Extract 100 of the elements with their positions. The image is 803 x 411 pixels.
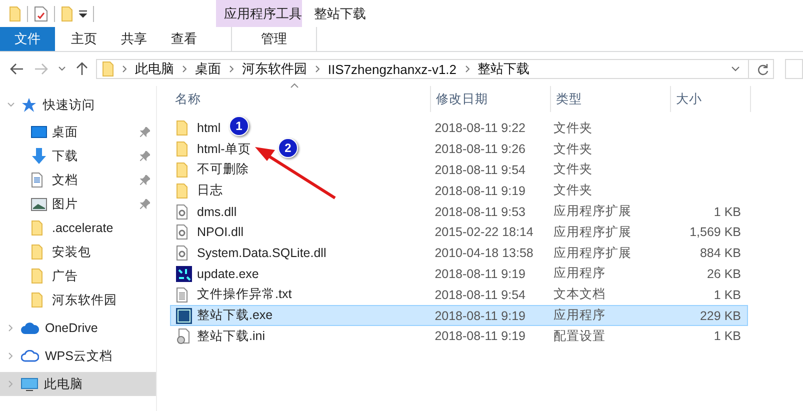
breadcrumb[interactable]: 河东软件园 — [242, 60, 307, 78]
pin-icon[interactable] — [140, 151, 150, 161]
file-type: 应用程序 — [554, 307, 606, 324]
nav-label: 广告 — [52, 268, 79, 284]
file-name: 整站下载.ini — [197, 328, 265, 345]
gear-file-icon — [176, 204, 188, 220]
folder-icon — [102, 61, 114, 77]
refresh-icon[interactable] — [756, 62, 769, 76]
breadcrumb[interactable]: IIS7zhengzhanxz-v1.2 — [328, 62, 457, 76]
file-size: 26 KB — [706, 266, 741, 281]
ribbon-tab[interactable]: 共享 — [109, 27, 159, 51]
nav-label: WPS云文档 — [45, 348, 112, 364]
file-row[interactable]: html 1 2018-08-11 9:22 文件夹 — [170, 118, 748, 139]
modified-date: 2018-08-11 9:26 — [434, 142, 526, 156]
gear-file-icon — [176, 245, 188, 262]
nav-item[interactable]: OneDrive — [0, 316, 156, 340]
up-arrow-icon[interactable] — [76, 62, 88, 76]
file-name: NPOI.dll — [197, 225, 244, 240]
column-header[interactable]: 名称 — [170, 86, 431, 112]
back-arrow-icon[interactable] — [10, 63, 24, 75]
folder-icon — [176, 120, 188, 136]
file-type: 应用程序 — [554, 265, 606, 282]
text-file-icon — [176, 286, 188, 303]
folder-icon — [31, 292, 43, 308]
column-header[interactable]: 类型 — [551, 86, 671, 112]
forward-arrow-icon[interactable] — [34, 63, 48, 75]
file-size: 1,569 KB — [690, 225, 741, 240]
properties-icon[interactable] — [34, 6, 48, 22]
chevron-right-icon[interactable] — [7, 352, 15, 360]
star-icon — [21, 97, 37, 113]
file-name: dms.dll — [197, 204, 237, 219]
ribbon-tab[interactable]: 查看 — [159, 27, 209, 51]
settings-file-icon — [176, 328, 190, 344]
download-arrow-icon — [31, 148, 47, 164]
nav-item[interactable]: WPS云文档 — [0, 344, 156, 368]
modified-date: 2018-08-11 9:19 — [434, 329, 526, 344]
folder-icon — [31, 268, 43, 284]
column-header[interactable]: 修改日期 — [431, 86, 551, 112]
pin-icon[interactable] — [140, 127, 150, 137]
column-label: 名称 — [175, 90, 201, 108]
pin-icon[interactable] — [140, 175, 150, 185]
ribbon-tab[interactable]: 文件 — [0, 27, 55, 51]
nav-item[interactable]: 文档 — [0, 168, 156, 192]
cloud-icon — [21, 350, 39, 362]
file-row[interactable]: 整站下载.ini 2018-08-11 9:19 配置设置 1 KB — [170, 326, 748, 347]
nav-label: OneDrive — [45, 321, 98, 335]
file-row[interactable]: 日志 2018-08-11 9:19 文件夹 — [170, 180, 748, 202]
context-group-label: 应用程序工具 — [216, 0, 302, 27]
file-size: 884 KB — [700, 246, 741, 260]
nav-item[interactable]: 图片 — [0, 192, 156, 216]
nav-item[interactable]: 下载 — [0, 144, 156, 168]
search-field[interactable] — [784, 59, 803, 79]
breadcrumb[interactable]: 此电脑 — [134, 60, 174, 78]
pin-icon[interactable] — [140, 199, 150, 209]
file-row[interactable]: NPOI.dll 2015-02-22 18:14 应用程序扩展 1,569 KB — [170, 222, 748, 243]
chevron-right-icon[interactable] — [7, 324, 15, 332]
file-type: 应用程序扩展 — [554, 224, 632, 241]
app-icon — [176, 266, 192, 282]
file-size: 229 KB — [700, 308, 741, 323]
ribbon-tab[interactable]: 管理 — [231, 27, 317, 51]
nav-item[interactable]: .accelerate — [0, 216, 156, 240]
nav-item[interactable]: 广告 — [0, 264, 156, 288]
ribbon-tab[interactable]: 主页 — [59, 27, 109, 51]
chevron-right-icon[interactable] — [7, 380, 15, 388]
file-row[interactable]: System.Data.SQLite.dll 2010-04-18 13:58 应用程序扩展 884 KB — [170, 242, 748, 264]
file-name: System.Data.SQLite.dll — [197, 246, 326, 260]
nav-item[interactable]: 河东软件园 — [0, 288, 156, 312]
folder-icon[interactable] — [9, 6, 21, 22]
modified-date: 2018-08-11 9:19 — [434, 308, 526, 323]
file-row[interactable]: 文件操作异常.txt 2018-08-11 9:54 文本文档 1 KB — [170, 284, 748, 306]
nav-label: 此电脑 — [44, 376, 83, 392]
address-bar[interactable]: 此电脑 桌面 河东软件园 IIS7zhengzhanxz-v1.2 整站下载 — [96, 59, 774, 79]
file-type: 文件夹 — [554, 182, 593, 200]
file-row[interactable]: dms.dll 2018-08-11 9:53 应用程序扩展 1 KB — [170, 201, 748, 222]
modified-date: 2010-04-18 13:58 — [434, 246, 534, 260]
file-row[interactable]: 整站下载.exe 2018-08-11 9:19 应用程序 229 KB — [170, 305, 748, 326]
folder-icon — [176, 141, 188, 158]
file-name: 不可删除 — [197, 161, 249, 178]
image-icon — [31, 198, 47, 210]
breadcrumb[interactable]: 整站下载 — [478, 60, 530, 78]
cloud-icon — [21, 322, 39, 334]
file-size: 1 KB — [714, 288, 741, 302]
nav-item[interactable]: 此电脑 — [0, 372, 156, 396]
dropdown-icon[interactable] — [79, 10, 87, 18]
folder-icon[interactable] — [61, 6, 73, 22]
computer-icon — [21, 378, 38, 390]
nav-item[interactable]: 桌面 — [0, 120, 156, 144]
column-header[interactable]: 大小 — [671, 86, 751, 112]
nav-item[interactable]: 安装包 — [0, 240, 156, 264]
modified-date: 2018-08-11 9:22 — [434, 121, 526, 136]
breadcrumb[interactable]: 桌面 — [194, 60, 221, 78]
file-row[interactable]: update.exe 2018-08-11 9:19 应用程序 26 KB — [170, 264, 748, 284]
chevron-down-icon[interactable] — [58, 66, 66, 72]
chevron-down-icon[interactable] — [730, 66, 740, 72]
file-row[interactable]: 不可删除 2018-08-11 9:54 文件夹 — [170, 160, 748, 180]
file-name: html — [197, 121, 221, 136]
file-type: 文件夹 — [554, 161, 593, 178]
column-label: 大小 — [676, 90, 702, 108]
file-size: 1 KB — [714, 329, 741, 344]
nav-item[interactable]: 快速访问 — [0, 93, 156, 117]
